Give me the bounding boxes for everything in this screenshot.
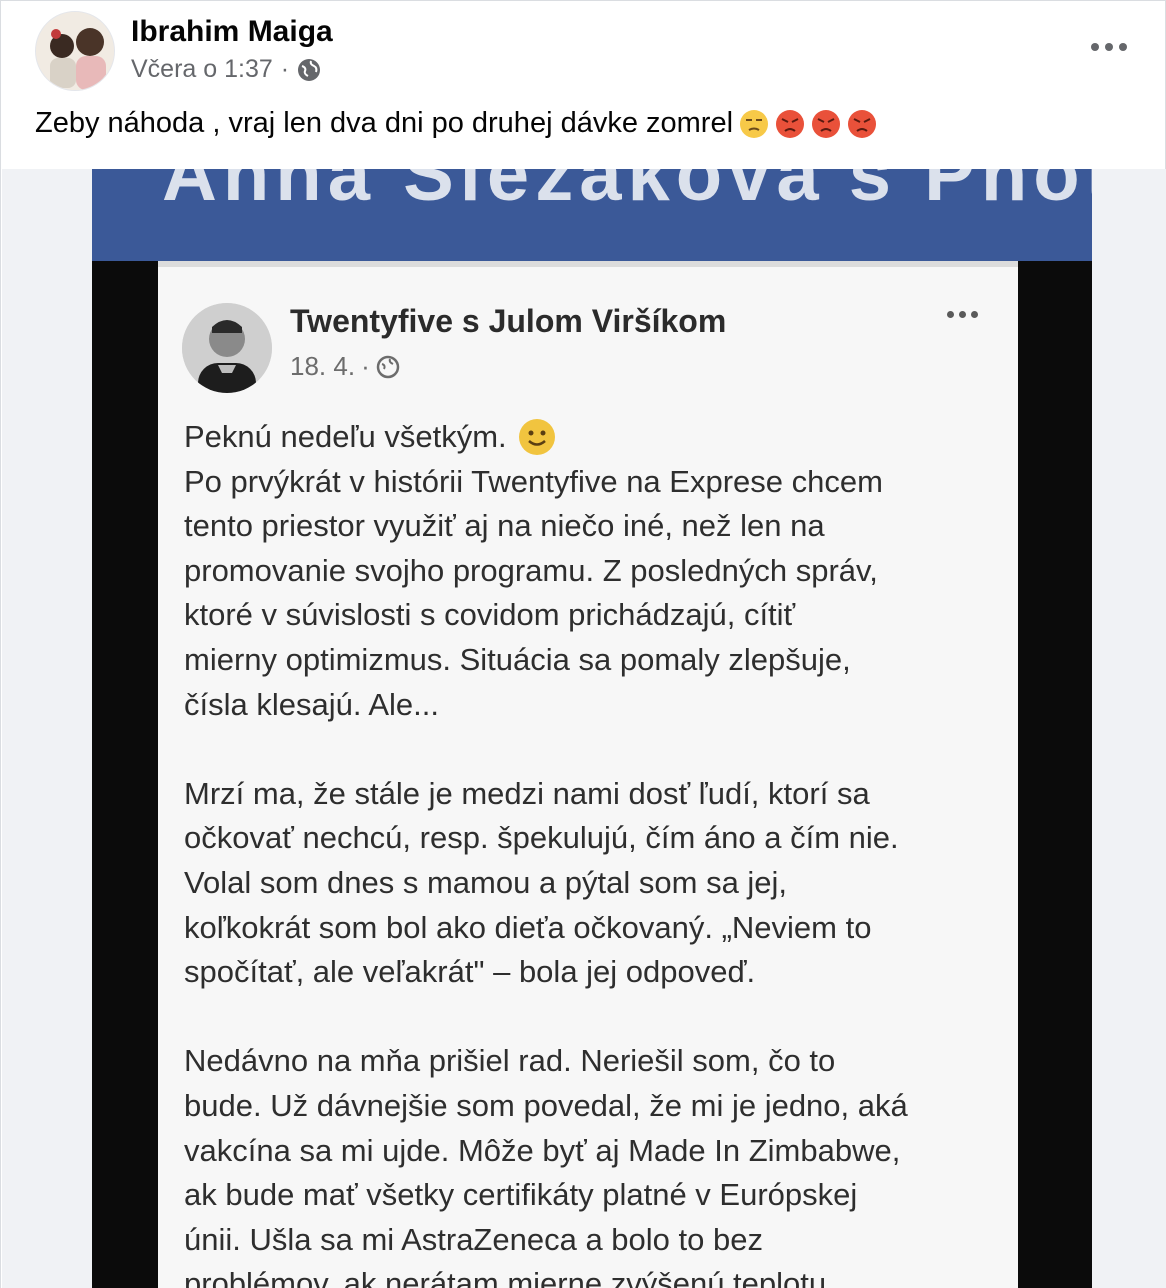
text-line-content: problémov, ak nerátam mierne zvýšenú tep…	[184, 1266, 827, 1288]
text-line-content: Mrzí ma, že stále je medzi nami dosť ľud…	[184, 775, 870, 811]
text-line: tento priestor využiť aj na niečo iné, n…	[184, 504, 1004, 549]
post-text: Zeby náhoda , vraj len dva dni po druhej…	[35, 107, 877, 140]
author-avatar[interactable]	[35, 11, 115, 91]
text-line: spočítať, ale veľakrát" – bola jej odpov…	[184, 950, 1004, 995]
text-line: ak bude mať všetky certifikáty platné v …	[184, 1173, 1004, 1218]
smiling-face-emoji-icon	[518, 419, 555, 456]
pouting-face-emoji-icon	[776, 109, 805, 138]
text-line-content: Volal som dnes s mamou a pýtal som sa je…	[184, 864, 788, 900]
text-line: bude. Už dávnejšie som povedal, že mi je…	[184, 1084, 1004, 1129]
text-line-content: čísla klesajú. Ale...	[184, 686, 440, 722]
text-line-content: spočítať, ale veľakrát" – bola jej odpov…	[184, 954, 756, 990]
more-dot-icon	[1119, 43, 1127, 51]
inner-author-avatar	[182, 303, 272, 393]
inner-author-name: Twentyfive s Julom Viršíkom	[290, 303, 727, 339]
inner-more-icon	[947, 311, 978, 318]
pouting-face-emoji-icon	[848, 109, 877, 138]
inner-post-meta: 18. 4. ·	[290, 351, 400, 382]
text-line-content: tento priestor využiť aj na niečo iné, n…	[184, 508, 825, 544]
banner-text: Anna Slezakova's Photos	[162, 169, 1092, 217]
text-line: koľkokrát som bol ako dieťa očkovaný. „N…	[184, 906, 1004, 951]
text-line-content: Po prvýkrát v histórii Twentyfive na Exp…	[184, 463, 883, 499]
text-line: očkovať nechcú, resp. špekulujú, čím áno…	[184, 816, 1004, 861]
text-line-content: únii. Ušla sa mi AstraZeneca a bolo to b…	[184, 1221, 763, 1257]
text-line-content: očkovať nechcú, resp. špekulujú, čím áno…	[184, 820, 899, 856]
text-line-content: ak bude mať všetky certifikáty platné v …	[184, 1177, 858, 1213]
text-line: ktoré v súvislosti s covidom prichádzajú…	[184, 593, 1004, 638]
text-line-content: promovanie svojho programu. Z posledných…	[184, 552, 878, 588]
post-media[interactable]: Anna Slezakova's Photos Twentyfive s Jul…	[2, 169, 1166, 1288]
shared-screenshot: Anna Slezakova's Photos Twentyfive s Jul…	[92, 169, 1092, 1288]
text-line: Po prvýkrát v histórii Twentyfive na Exp…	[184, 460, 1004, 505]
avatar-photo-icon	[36, 12, 114, 90]
inner-post-date: 18. 4.	[290, 351, 356, 381]
text-line: promovanie svojho programu. Z posledných…	[184, 549, 1004, 594]
more-options-button[interactable]	[1083, 31, 1135, 63]
globe-icon[interactable]	[297, 58, 321, 82]
post-meta: Včera o 1:37 ·	[131, 55, 321, 84]
text-line: problémov, ak nerátam mierne zvýšenú tep…	[184, 1262, 1004, 1288]
text-line-content: mierny optimizmus. Situácia sa pomaly zl…	[184, 641, 851, 677]
screenshot-banner: Anna Slezakova's Photos	[92, 169, 1092, 261]
globe-icon	[376, 355, 399, 378]
inner-meta-separator: ·	[361, 351, 370, 381]
inner-post-card: Twentyfive s Julom Viršíkom 18. 4. · Pek…	[158, 261, 1018, 1288]
dot-icon	[947, 311, 954, 318]
text-line: Peknú nedeľu všetkým.	[184, 415, 1004, 460]
text-line-content: Nedávno na mňa prišiel rad. Neriešil som…	[184, 1043, 836, 1079]
text-line: Nedávno na mňa prišiel rad. Neriešil som…	[184, 1039, 1004, 1084]
person-photo-icon	[182, 303, 272, 393]
dot-icon	[959, 311, 966, 318]
dot-icon	[971, 311, 978, 318]
text-line: mierny optimizmus. Situácia sa pomaly zl…	[184, 638, 1004, 683]
text-line-content: koľkokrát som bol ako dieťa očkovaný. „N…	[184, 909, 872, 945]
text-line-content: vakcína sa mi ujde. Môže byť aj Made In …	[184, 1132, 901, 1168]
post-card: Ibrahim Maiga Včera o 1:37 · Zeby náhoda…	[0, 0, 1166, 1288]
post-message: Zeby náhoda , vraj len dva dni po druhej…	[35, 107, 734, 139]
text-line: čísla klesajú. Ale...	[184, 683, 1004, 728]
meta-separator: ·	[280, 55, 290, 83]
text-line-content: ktoré v súvislosti s covidom prichádzajú…	[184, 597, 796, 633]
text-line: Mrzí ma, že stále je medzi nami dosť ľud…	[184, 772, 1004, 817]
post-timestamp[interactable]: Včera o 1:37	[131, 55, 273, 84]
text-line: Volal som dnes s mamou a pýtal som sa je…	[184, 861, 1004, 906]
post-header: Ibrahim Maiga Včera o 1:37 ·	[35, 11, 1135, 91]
text-line-content: bude. Už dávnejšie som povedal, že mi je…	[184, 1087, 908, 1123]
author-name[interactable]: Ibrahim Maiga	[131, 15, 333, 49]
inner-post-body: Peknú nedeľu všetkým. Po prvýkrát v hist…	[184, 415, 1004, 1288]
text-line: únii. Ušla sa mi AstraZeneca a bolo to b…	[184, 1218, 1004, 1263]
more-dot-icon	[1105, 43, 1113, 51]
text-line-content: Peknú nedeľu všetkým.	[184, 419, 507, 454]
text-line: vakcína sa mi ujde. Môže byť aj Made In …	[184, 1129, 1004, 1174]
pouting-face-emoji-icon	[812, 109, 841, 138]
more-dot-icon	[1091, 43, 1099, 51]
unamused-face-emoji-icon	[740, 109, 769, 138]
